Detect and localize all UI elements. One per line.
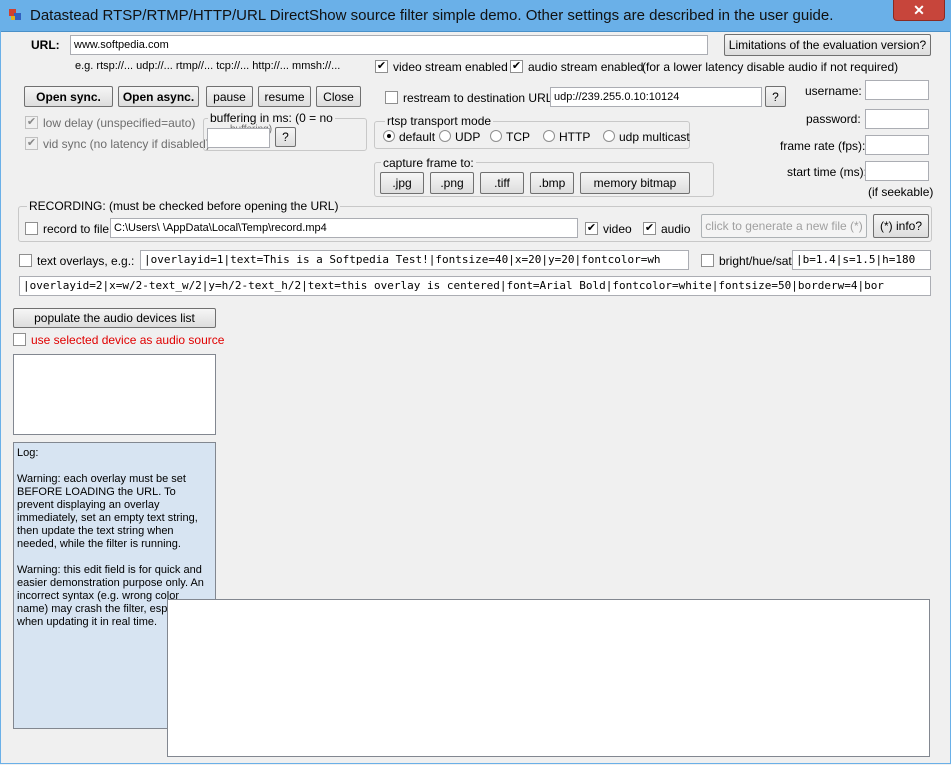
capture-bmp-button[interactable]: .bmp — [530, 172, 574, 194]
pause-button[interactable]: pause — [206, 86, 253, 107]
low-delay-label: low delay (unspecified=auto) — [43, 116, 196, 130]
log-warning-overlay: Warning: each overlay must be set BEFORE… — [17, 473, 198, 550]
record-audio-label: audio — [661, 222, 691, 236]
audio-devices-list[interactable] — [13, 354, 216, 435]
capture-tiff-button[interactable]: .tiff — [480, 172, 524, 194]
restream-url-input[interactable]: udp://239.255.0.10:10124 — [550, 87, 762, 107]
transport-label-tcp: TCP — [506, 130, 530, 144]
transport-label-default: default — [399, 130, 436, 144]
transport-title: rtsp transport mode — [385, 114, 494, 128]
transport-radio-http[interactable] — [543, 130, 555, 142]
bright-hue-sat-label: bright/hue/sat: — [719, 254, 796, 268]
buffering-help-button[interactable]: ? — [275, 127, 296, 147]
video-stream-checkbox[interactable]: ✔ — [375, 60, 388, 73]
transport-radio-udp[interactable] — [439, 130, 451, 142]
bright-hue-sat-input[interactable]: |b=1.4|s=1.5|h=180 — [792, 250, 931, 270]
record-audio-checkbox[interactable]: ✔ — [643, 222, 656, 235]
capture-memory-bitmap-button[interactable]: memory bitmap — [580, 172, 690, 194]
framerate-input[interactable] — [865, 135, 929, 155]
record-video-label: video — [603, 222, 632, 236]
low-delay-checkbox[interactable]: ✔ — [25, 116, 38, 129]
log-title: Log: — [17, 447, 39, 459]
url-examples: e.g. rtsp://... udp://... rtmp//... tcp:… — [75, 60, 341, 72]
window-title: Datastead RTSP/RTMP/HTTP/URL DirectShow … — [30, 7, 834, 24]
framerate-label: frame rate (fps): — [780, 139, 866, 153]
record-to-file-checkbox[interactable] — [25, 222, 38, 235]
audio-stream-checkbox[interactable]: ✔ — [510, 60, 523, 73]
latency-note: (for a lower latency disable audio if no… — [642, 60, 899, 74]
transport-radio-tcp[interactable] — [490, 130, 502, 142]
recording-title: RECORDING: (must be checked before openi… — [27, 199, 341, 213]
vid-sync-label: vid sync (no latency if disabled) — [43, 137, 210, 151]
video-stream-label: video stream enabled — [393, 60, 508, 74]
starttime-input[interactable] — [865, 161, 929, 181]
transport-radio-default[interactable] — [383, 130, 395, 142]
use-selected-device-checkbox[interactable] — [13, 333, 26, 346]
transport-radio-udp-multicast[interactable] — [603, 130, 615, 142]
use-selected-device-label: use selected device as audio source — [31, 333, 225, 347]
restream-help-button[interactable]: ? — [765, 86, 786, 107]
limitations-button[interactable]: Limitations of the evaluation version? — [724, 34, 931, 56]
record-file-input[interactable]: C:\Users\ \AppData\Local\Temp\record.mp4 — [110, 218, 578, 238]
restream-label: restream to destination URL: — [403, 91, 556, 105]
transport-label-http: HTTP — [559, 130, 591, 144]
bright-hue-sat-checkbox[interactable] — [701, 254, 714, 267]
populate-audio-devices-button[interactable]: populate the audio devices list — [13, 308, 216, 328]
window-close-button[interactable]: ✕ — [893, 0, 945, 21]
url-label: URL: — [31, 38, 60, 52]
transport-label-udp: UDP — [455, 130, 481, 144]
open-sync-button[interactable]: Open sync. — [24, 86, 113, 107]
url-input[interactable]: www.softpedia.com — [70, 35, 708, 55]
overlay1-input[interactable]: |overlayid=1|text=This is a Softpedia Te… — [140, 250, 689, 270]
generate-file-button[interactable]: click to generate a new file (*) — [701, 214, 867, 238]
username-input[interactable] — [865, 80, 929, 100]
video-display-panel[interactable] — [167, 599, 930, 757]
buffering-title: buffering in ms: (0 = no — [208, 111, 335, 125]
password-label: password: — [806, 112, 861, 126]
record-video-checkbox[interactable]: ✔ — [585, 222, 598, 235]
info-button[interactable]: (*) info? — [873, 214, 929, 238]
audio-stream-label: audio stream enabled — [528, 60, 644, 74]
starttime-label: start time (ms): — [787, 165, 867, 179]
overlay2-input[interactable]: |overlayid=2|x=w/2-text_w/2|y=h/2-text_h… — [19, 276, 931, 296]
buffering-input[interactable] — [207, 128, 270, 148]
capture-title: capture frame to: — [381, 156, 476, 170]
username-label: username: — [805, 84, 862, 98]
seekable-note: (if seekable) — [868, 185, 934, 199]
resume-button[interactable]: resume — [258, 86, 311, 107]
text-overlays-label: text overlays, e.g.: — [37, 254, 135, 268]
capture-png-button[interactable]: .png — [430, 172, 474, 194]
open-async-button[interactable]: Open async. — [118, 86, 199, 107]
record-to-file-label: record to file: — [43, 222, 113, 236]
capture-jpg-button[interactable]: .jpg — [380, 172, 424, 194]
password-input[interactable] — [865, 109, 929, 129]
app-icon — [9, 9, 21, 20]
text-overlays-checkbox[interactable] — [19, 254, 32, 267]
close-button[interactable]: Close — [316, 86, 361, 107]
vid-sync-checkbox[interactable]: ✔ — [25, 137, 38, 150]
transport-label-udp-multicast: udp multicast — [619, 130, 690, 144]
restream-checkbox[interactable] — [385, 91, 398, 104]
